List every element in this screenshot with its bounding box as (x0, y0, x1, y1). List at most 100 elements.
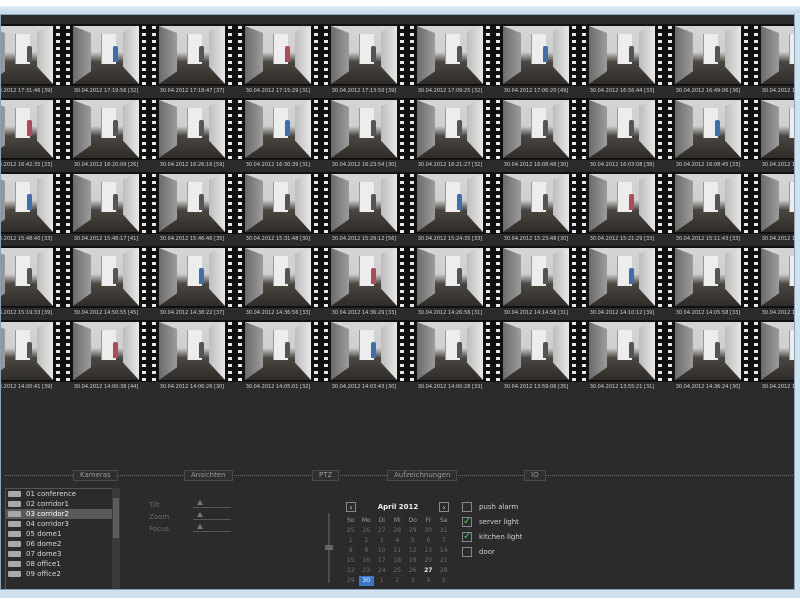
recording-thumbnail[interactable]: 30.04.2012 15:11:43 [33] (665, 172, 751, 245)
recording-thumbnail[interactable]: 30.04.2012 14:36:29 [33] (321, 246, 407, 319)
recording-thumbnail[interactable]: 30.04.2012 16:08:45 [33] (665, 98, 751, 171)
calendar-day[interactable]: 29 (405, 526, 421, 536)
calendar-day[interactable]: 29 (343, 576, 359, 586)
calendar-day[interactable]: 24 (374, 566, 390, 576)
camera-list-item[interactable]: 01 conference (6, 489, 118, 499)
calendar-day[interactable]: 20 (421, 556, 437, 566)
camera-list-item[interactable]: 06 dome2 (6, 539, 118, 549)
camera-list-item[interactable]: 09 office2 (6, 569, 118, 579)
calendar-day[interactable]: 10 (374, 546, 390, 556)
camera-list[interactable]: 01 conference 02 corridor1 03 corridor2 04 … (5, 488, 119, 589)
camera-list-item[interactable]: 04 corridor3 (6, 519, 118, 529)
calendar-day[interactable]: 4 (390, 536, 406, 546)
recording-thumbnail[interactable]: 30.04.2012 14:10:12 [39] (579, 246, 665, 319)
recording-thumbnail[interactable]: 30.04.2012 15:23:48 [30] (493, 172, 579, 245)
recording-thumbnail[interactable]: 30.04.2012 13:59:06 [35] (493, 320, 579, 393)
checkbox[interactable] (462, 547, 472, 557)
recording-thumbnail[interactable]: 30.04.2012 14:36:56 [33] (235, 246, 321, 319)
calendar-day[interactable]: 22 (343, 566, 359, 576)
recording-thumbnail[interactable]: 30.04.2012 14:03:43 [30] (321, 320, 407, 393)
calendar-day[interactable]: 27 (421, 566, 437, 576)
recording-thumbnail[interactable]: 30.04.2012 16:49:06 [36] (665, 24, 751, 97)
recording-thumbnail[interactable]: 30.04.2012 14:00:38 [44] (63, 320, 149, 393)
recording-thumbnail[interactable]: 30.04.2012 15:24:35 [33] (407, 172, 493, 245)
recording-thumbnail[interactable]: 30.04.2012 16:45:15 [34] (751, 24, 794, 97)
calendar-day[interactable]: 3 (374, 536, 390, 546)
recording-thumbnail[interactable]: 30.04.2012 13:55:21 [31] (579, 320, 665, 393)
recording-thumbnail[interactable]: 30.04.2012 16:08:48 [30] (493, 98, 579, 171)
recording-thumbnail[interactable]: 30.04.2012 17:15:29 [31] (235, 24, 321, 97)
camera-list-item[interactable]: 05 dome1 (6, 529, 118, 539)
recording-thumbnail[interactable]: 30.04.2012 16:03:08 [38] (579, 98, 665, 171)
calendar-day[interactable]: 5 (405, 536, 421, 546)
recording-thumbnail[interactable]: 30.04.2012 15:29:12 [56] (321, 172, 407, 245)
calendar-day[interactable]: 28 (390, 526, 406, 536)
recording-thumbnail[interactable]: 30.04.2012 15:19:33 [39] (1, 246, 63, 319)
calendar-day[interactable]: 26 (405, 566, 421, 576)
recording-thumbnail[interactable]: 30.04.2012 17:06:20 [49] (493, 24, 579, 97)
calendar-day[interactable]: 8 (343, 546, 359, 556)
recording-thumbnail[interactable]: 30.04.2012 14:50:55 [45] (63, 246, 149, 319)
calendar-day[interactable]: 26 (359, 526, 375, 536)
calendar-day[interactable]: 15 (343, 556, 359, 566)
recording-thumbnail[interactable]: 30.04.2012 16:30:39 [31] (235, 98, 321, 171)
section-ansichten[interactable]: Ansichten (184, 470, 233, 481)
camera-list-item[interactable]: 07 dome3 (6, 549, 118, 559)
calendar-day[interactable]: 18 (390, 556, 406, 566)
calendar-day[interactable]: 14 (436, 546, 452, 556)
vertical-slider[interactable] (325, 513, 333, 583)
section-ptz[interactable]: PTZ (312, 470, 340, 481)
calendar-day[interactable]: 2 (359, 536, 375, 546)
checkmark-icon[interactable]: ✓ (462, 532, 472, 542)
recording-thumbnail[interactable]: 30.04.2012 15:21:29 [33] (579, 172, 665, 245)
recording-thumbnail[interactable]: 30.04.2012 14:38:22 [37] (149, 246, 235, 319)
recording-thumbnail[interactable]: 30.04.2012 14:00:41 [39] (1, 320, 63, 393)
section-io[interactable]: IO (524, 470, 546, 481)
recording-thumbnail[interactable]: 30.04.2012 17:18:47 [37] (149, 24, 235, 97)
calendar-day[interactable]: 9 (359, 546, 375, 556)
calendar-day[interactable]: 23 (359, 566, 375, 576)
next-month-button[interactable]: › (439, 502, 449, 512)
camera-list-item[interactable]: 08 office1 (6, 559, 118, 569)
calendar-day[interactable]: 6 (421, 536, 437, 546)
calendar-day[interactable]: 30 (358, 576, 374, 586)
recording-thumbnail[interactable]: 30.04.2012 16:26:16 [59] (149, 98, 235, 171)
recording-thumbnail[interactable]: 30.04.2012 16:23:54 [30] (321, 98, 407, 171)
calendar-day[interactable]: 16 (359, 556, 375, 566)
scrollbar-thumb[interactable] (113, 498, 119, 538)
prev-month-button[interactable]: ‹ (346, 502, 356, 512)
recording-thumbnail[interactable]: 30.04.2012 15:48:40 [33] (1, 172, 63, 245)
section-aufzeichnungen[interactable]: Aufzeichnungen (387, 470, 458, 481)
recording-thumbnail[interactable]: 30.04.2012 14:29:43 [33] (751, 320, 794, 393)
recording-thumbnail[interactable]: 30.04.2012 14:26:56 [31] (407, 246, 493, 319)
calendar-day[interactable]: 31 (436, 526, 452, 536)
calendar-day[interactable]: 13 (421, 546, 437, 556)
recording-thumbnail[interactable]: 30.04.2012 15:56:11 [46] (751, 98, 794, 171)
camera-list-scrollbar[interactable] (112, 488, 120, 589)
recording-thumbnail[interactable]: 30.04.2012 15:31:48 [30] (235, 172, 321, 245)
section-kameras[interactable]: Kameras (73, 470, 118, 481)
calendar-day[interactable]: 4 (421, 576, 437, 586)
checkbox[interactable] (462, 502, 472, 512)
recording-thumbnail[interactable]: 30.04.2012 14:06:26 [30] (149, 320, 235, 393)
checkmark-icon[interactable]: ✓ (462, 517, 472, 527)
calendar-day[interactable]: 3 (405, 576, 421, 586)
calendar-day[interactable]: 25 (343, 526, 359, 536)
recording-thumbnail[interactable]: 30.04.2012 17:09:25 [32] (407, 24, 493, 97)
calendar-day[interactable]: 5 (436, 576, 452, 586)
calendar-day[interactable]: 2 (390, 576, 406, 586)
recording-thumbnail[interactable]: 30.04.2012 14:36:24 [30] (665, 320, 751, 393)
recording-thumbnail[interactable]: 30.04.2012 14:14:58 [31] (493, 246, 579, 319)
calendar-day[interactable]: 17 (374, 556, 390, 566)
recording-thumbnail[interactable]: 30.04.2012 15:46:46 [35] (149, 172, 235, 245)
calendar-day[interactable]: 30 (421, 526, 437, 536)
recording-thumbnail[interactable]: 30.04.2012 16:56:44 [33] (579, 24, 665, 97)
recording-thumbnail[interactable]: 30.04.2012 15:08:01 [31] (751, 172, 794, 245)
recording-thumbnail[interactable]: 30.04.2012 16:20:09 [26] (63, 98, 149, 171)
recording-thumbnail[interactable]: 30.04.2012 14:05:01 [32] (235, 320, 321, 393)
calendar-day[interactable]: 1 (374, 576, 390, 586)
recording-thumbnail[interactable]: 30.04.2012 17:13:50 [39] (321, 24, 407, 97)
recording-thumbnail[interactable]: 30.04.2012 14:00:28 [33] (407, 320, 493, 393)
recording-thumbnail[interactable]: 30.04.2012 14:02:41 [35] (751, 246, 794, 319)
recording-thumbnail[interactable]: 30.04.2012 17:31:46 [39] (1, 24, 63, 97)
